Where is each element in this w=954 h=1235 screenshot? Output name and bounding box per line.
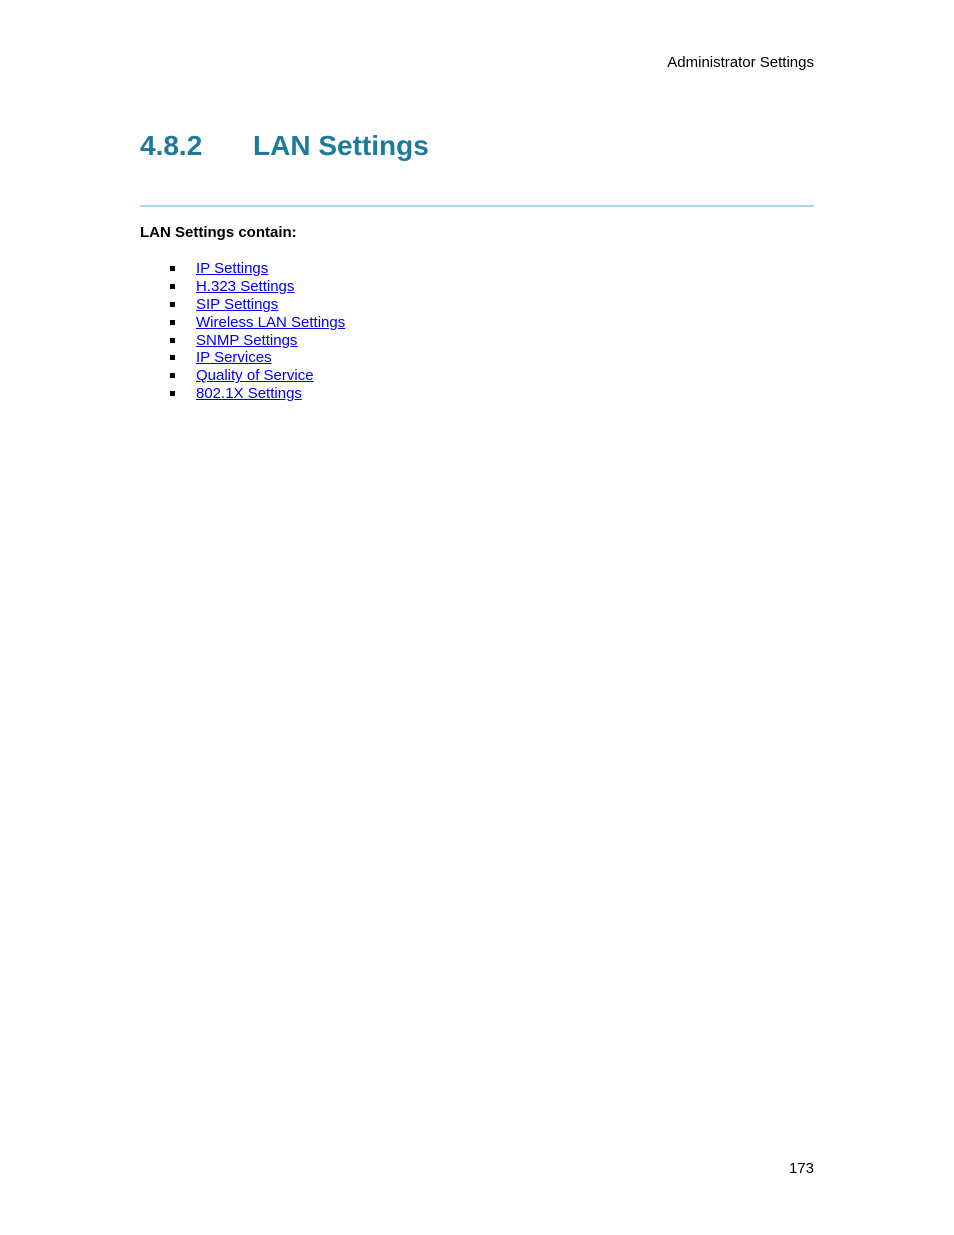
square-bullet-icon — [170, 373, 175, 379]
page-number: 173 — [788, 1160, 814, 1177]
list-item: Quality of Service — [168, 367, 345, 385]
link-ip-services[interactable]: IP Services — [196, 349, 272, 366]
square-bullet-icon — [170, 283, 175, 289]
square-bullet-icon — [170, 319, 175, 325]
square-bullet-icon — [170, 301, 175, 307]
link-snmp-settings[interactable]: SNMP Settings — [196, 332, 297, 349]
list-item: H.323 Settings — [168, 278, 345, 296]
link-h323-settings[interactable]: H.323 Settings — [196, 278, 294, 295]
intro-text: LAN Settings contain: — [140, 224, 297, 241]
square-bullet-icon — [170, 355, 175, 361]
section-number: 4.8.2 — [140, 130, 203, 161]
link-8021x-settings[interactable]: 802.1X Settings — [196, 385, 302, 402]
list-item: SNMP Settings — [168, 332, 345, 350]
lan-settings-link-list: IP Settings H.323 Settings SIP Settings … — [168, 260, 345, 403]
running-header: Administrator Settings — [667, 54, 814, 71]
list-item: Wireless LAN Settings — [168, 314, 345, 332]
link-quality-of-service[interactable]: Quality of Service — [196, 367, 314, 384]
square-bullet-icon — [170, 337, 175, 343]
square-bullet-icon — [170, 391, 175, 397]
heading-divider — [140, 205, 814, 207]
section-title: LAN Settings — [253, 130, 429, 161]
link-ip-settings[interactable]: IP Settings — [196, 260, 268, 277]
list-item: IP Settings — [168, 260, 345, 278]
list-item: 802.1X Settings — [168, 385, 345, 403]
square-bullet-icon — [170, 266, 175, 271]
link-sip-settings[interactable]: SIP Settings — [196, 296, 278, 313]
list-item: SIP Settings — [168, 296, 345, 314]
link-wireless-lan-settings[interactable]: Wireless LAN Settings — [196, 314, 345, 331]
section-heading: 4.8.2 LAN Settings — [140, 130, 429, 162]
list-item: IP Services — [168, 349, 345, 367]
